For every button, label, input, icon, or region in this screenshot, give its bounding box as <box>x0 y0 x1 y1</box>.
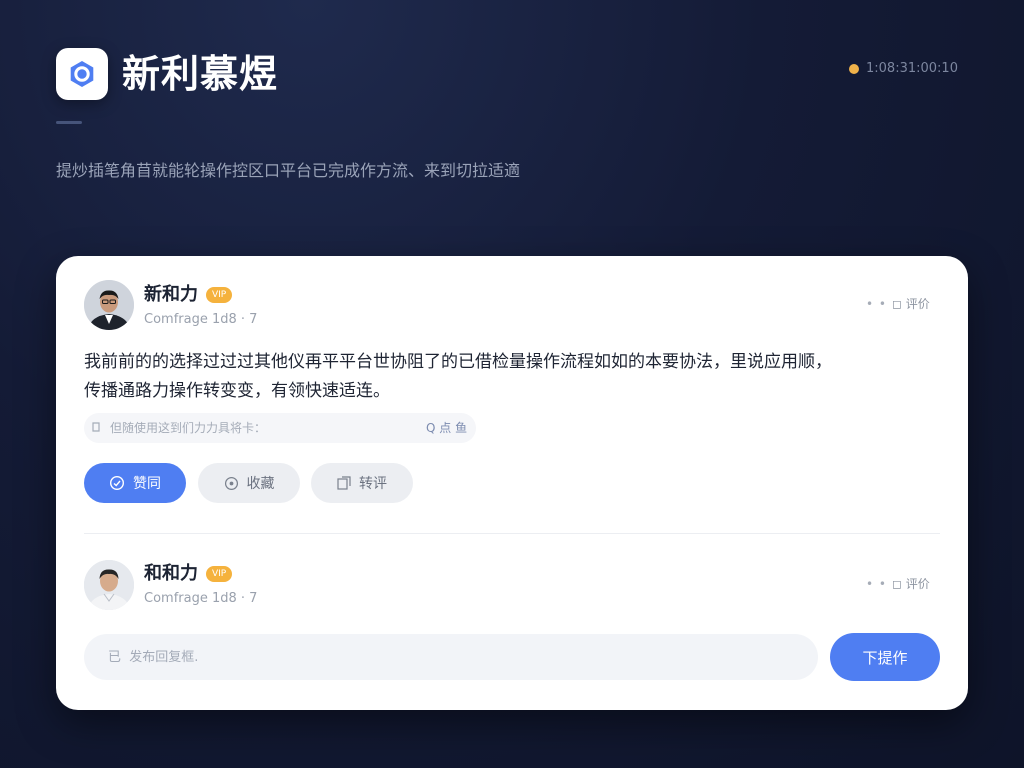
more-options-icon[interactable]: • • <box>866 296 887 312</box>
review-label: 评价 <box>905 297 930 311</box>
star-icon <box>224 476 238 490</box>
comment-meta: Comfrage 1d8 · 7 <box>144 591 258 606</box>
app-logo <box>56 48 108 100</box>
submit-button[interactable]: 下提作 <box>830 633 940 681</box>
review-link[interactable]: ◻ 评价 <box>892 296 930 312</box>
avatar[interactable] <box>84 560 134 610</box>
like-icon <box>109 475 125 491</box>
quote-bar: 但随使用这到们力力具将卡： Q 点 鱼 <box>84 413 476 443</box>
comment-meta: Comfrage 1d8 · 7 <box>144 312 258 327</box>
quote-text: 但随使用这到们力力具将卡： <box>110 421 267 435</box>
author-name[interactable]: 和和力 <box>144 562 198 586</box>
quote-icon <box>92 422 100 432</box>
reply-input[interactable] <box>84 634 818 680</box>
share-icon <box>337 476 351 490</box>
hexagon-logo-icon <box>70 61 94 87</box>
vip-badge: VIP <box>206 287 233 303</box>
favorite-label: 收藏 <box>246 476 275 492</box>
author-name[interactable]: 新和力 <box>144 283 198 307</box>
app-title: 新利慕煜 <box>122 52 279 96</box>
quote-tools[interactable]: Q 点 鱼 <box>426 419 467 437</box>
avatar[interactable] <box>84 280 134 330</box>
person-avatar-icon <box>84 560 134 610</box>
like-button[interactable]: 赞同 <box>84 463 186 503</box>
review-icon: ◻ <box>892 577 902 591</box>
title-underline <box>56 121 82 124</box>
share-label: 转评 <box>359 476 387 492</box>
status-text: 1:08:31:00:10 <box>866 61 958 76</box>
favorite-button[interactable]: 收藏 <box>198 463 300 503</box>
status-dot <box>849 64 859 74</box>
review-label: 评价 <box>905 577 930 591</box>
comment-body: 我前前的的选择过过过其他仪再平平台世协阻了的已借检量操作流程如如的本要协法，里说… <box>84 352 832 401</box>
comments-panel: 新和力 VIP Comfrage 1d8 · 7 • • ◻ 评价 我前前的的选… <box>56 256 968 710</box>
page-subtitle: 提炒插笔角苜就能轮操作控区口平台已完成作方流、来到切拉适適 <box>56 161 521 180</box>
person-avatar-icon <box>84 280 134 330</box>
share-button[interactable]: 转评 <box>311 463 413 503</box>
divider <box>84 533 940 534</box>
vip-badge: VIP <box>206 566 233 582</box>
review-link[interactable]: ◻ 评价 <box>892 576 930 592</box>
review-icon: ◻ <box>892 297 902 311</box>
like-label: 赞同 <box>133 476 161 492</box>
more-options-icon[interactable]: • • <box>866 576 887 592</box>
